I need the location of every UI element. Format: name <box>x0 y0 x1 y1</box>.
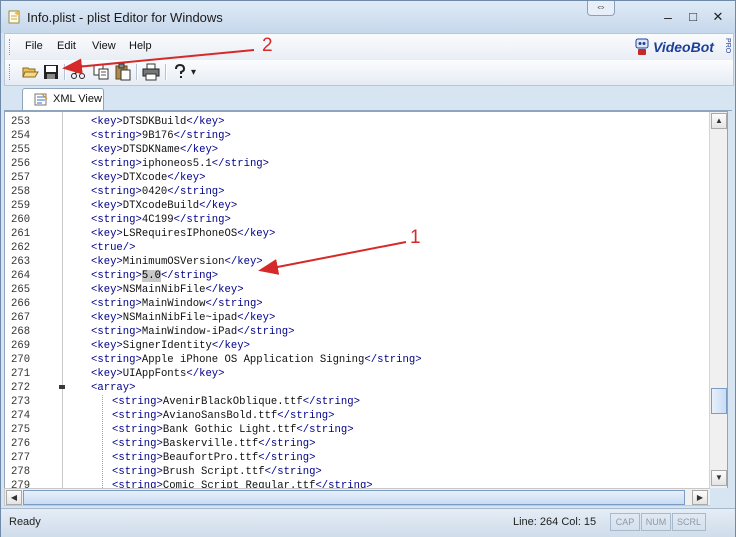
annotation-arrow-1 <box>258 241 407 275</box>
annotation-arrow-2 <box>62 49 255 75</box>
annotation-overlay <box>62 49 407 275</box>
